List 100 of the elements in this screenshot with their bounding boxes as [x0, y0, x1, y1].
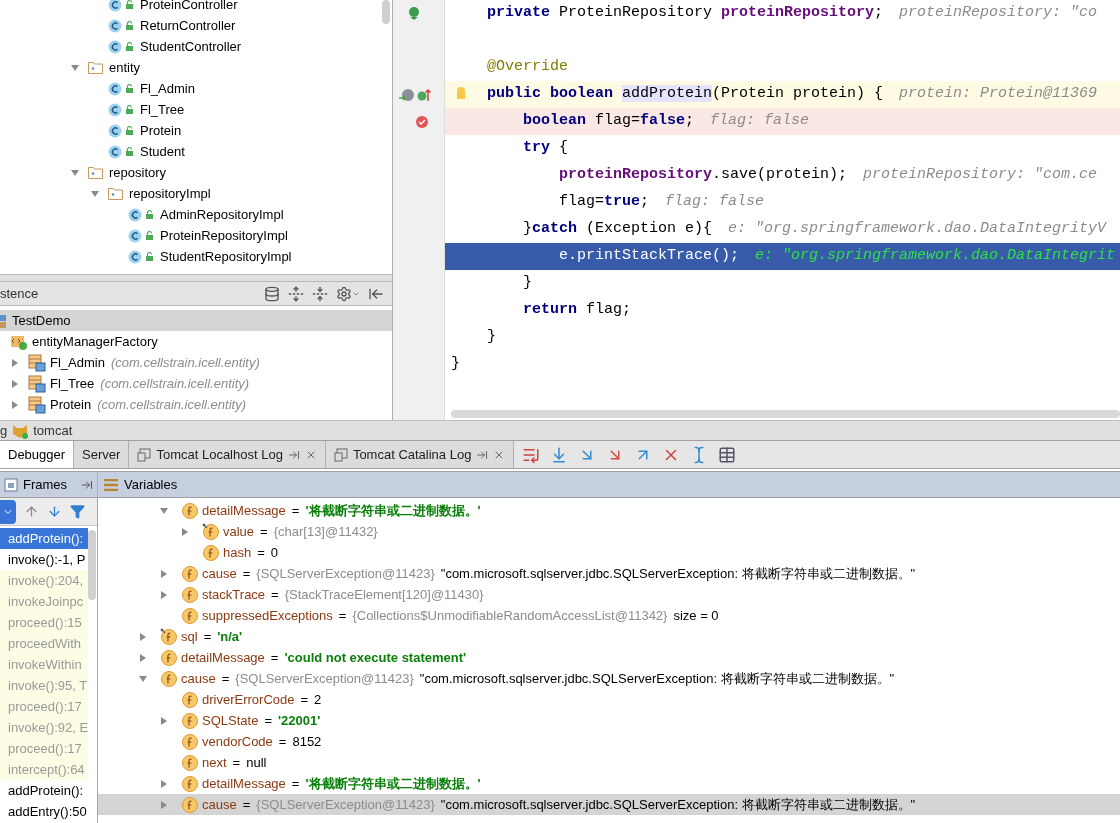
tree-item[interactable]: ProteinController	[140, 0, 238, 15]
collapsed-arrow-icon[interactable]	[138, 631, 148, 642]
tree-item[interactable]: entity	[109, 57, 141, 78]
run-config-name[interactable]: tomcat	[33, 420, 73, 441]
field-icon	[181, 586, 198, 603]
expanded-arrow-icon[interactable]	[138, 673, 148, 684]
collapsed-arrow-icon[interactable]	[10, 399, 20, 410]
expanded-arrow-icon[interactable]	[90, 188, 100, 199]
field-icon	[181, 712, 198, 729]
tree-item[interactable]: ProteinRepositoryImpl	[160, 225, 288, 246]
vertical-scrollbar[interactable]	[382, 0, 390, 24]
tab[interactable]: Tomcat Localhost Log	[129, 441, 326, 468]
persistence-row[interactable]: Protein (com.cellstrain.icell.entity)	[0, 394, 392, 415]
pin-icon[interactable]	[476, 448, 489, 461]
code-editor[interactable]	[393, 0, 1120, 420]
tree-item[interactable]: Fl_Tree	[140, 99, 185, 120]
variable-row[interactable]: detailMessage = '将截断字符串或二进制数据。'	[98, 500, 1120, 521]
expand-all-icon[interactable]	[288, 285, 304, 302]
pin-icon[interactable]	[287, 448, 300, 461]
equals-sign: =	[270, 648, 279, 667]
class-icon	[108, 123, 134, 138]
tree-item[interactable]: AdminRepositoryImpl	[160, 204, 284, 225]
stack-frame[interactable]: addProtein():	[0, 528, 89, 549]
inline-debug-value: flag: false	[710, 111, 810, 132]
tree-item[interactable]: Fl_Admin	[140, 78, 195, 99]
tree-item[interactable]: StudentRepositoryImpl	[160, 246, 292, 267]
tree-item[interactable]: Protein	[140, 120, 182, 141]
implemented-icon[interactable]	[417, 87, 431, 102]
variable-row[interactable]: suppressedExceptions = {Collections$UnmodifiableRandomAccessList@11342} size = 0	[98, 605, 1120, 626]
persistence-row[interactable]: TestDemo	[0, 310, 392, 331]
collapsed-arrow-icon[interactable]	[10, 378, 20, 389]
tree-item[interactable]: repositoryImpl	[129, 183, 211, 204]
collapsed-arrow-icon[interactable]	[159, 799, 169, 810]
expanded-arrow-icon[interactable]	[159, 505, 169, 516]
tree-item[interactable]: ReturnController	[140, 15, 236, 36]
code-line: e.printStackTrace();	[559, 246, 740, 267]
class-icon	[128, 207, 154, 222]
variable-value: 'n/a'	[217, 627, 243, 646]
equals-sign: =	[291, 501, 300, 520]
variable-row[interactable]: detailMessage = 'could not execute statement'	[98, 647, 1120, 668]
panel-title: Variables	[124, 475, 178, 494]
package-folder-icon	[88, 61, 103, 74]
inline-debug-value: e: "org.springframework.dao.DataIntegrityV	[728, 219, 1107, 240]
breakpoint-icon[interactable]	[415, 114, 429, 129]
equals-sign: =	[221, 669, 230, 688]
entity-name: TestDemo	[12, 311, 71, 330]
collapsed-arrow-icon[interactable]	[138, 652, 148, 663]
expanded-arrow-icon[interactable]	[70, 62, 80, 73]
variable-name: next	[202, 753, 227, 772]
collapsed-arrow-icon[interactable]	[180, 526, 190, 537]
previous-frame-icon[interactable]	[24, 504, 39, 519]
evaluate-icon[interactable]	[718, 445, 737, 464]
variable-row[interactable]: vendorCode = 8152	[98, 731, 1120, 752]
variable-row[interactable]: driverErrorCode = 2	[98, 689, 1120, 710]
class-icon	[108, 102, 134, 117]
collapsed-arrow-icon[interactable]	[159, 568, 169, 579]
vertical-scrollbar[interactable]	[88, 530, 97, 600]
code-line: try {	[523, 138, 569, 159]
equals-sign: =	[260, 522, 268, 541]
expanded-arrow-icon[interactable]	[70, 167, 80, 178]
variable-row[interactable]: stackTrace = {StackTraceElement[120]@11430}	[98, 584, 1120, 605]
equals-sign: =	[264, 711, 272, 730]
tab[interactable]: Tomcat Catalina Log	[325, 441, 515, 468]
next-frame-icon[interactable]	[47, 504, 62, 519]
variable-row[interactable]: sql = 'n/a'	[98, 626, 1120, 647]
filter-icon[interactable]	[70, 504, 85, 519]
variable-row[interactable]: cause = {SQLServerException@11423} "com.microsoft.sqlserver.jdbc.SQLServerException: 将截断字符串或二进制数据。"	[98, 794, 1120, 815]
override-icon[interactable]	[399, 87, 415, 102]
variable-value: '22001'	[277, 711, 321, 730]
class-icon	[108, 144, 134, 159]
pin-icon[interactable]	[81, 478, 93, 491]
persistence-row[interactable]: Fl_Tree (com.cellstrain.icell.entity)	[0, 373, 392, 394]
collapsed-arrow-icon[interactable]	[159, 715, 169, 726]
settings-icon[interactable]	[336, 285, 360, 302]
variable-row[interactable]: next = null	[98, 752, 1120, 773]
variable-row[interactable]: detailMessage = '将截断字符串或二进制数据。'	[98, 773, 1120, 794]
persistence-row[interactable]: entityManagerFactory	[0, 331, 392, 352]
variable-row[interactable]: hash = 0	[98, 542, 1120, 563]
collapsed-arrow-icon[interactable]	[159, 778, 169, 789]
collapsed-arrow-icon[interactable]	[159, 589, 169, 600]
variable-row[interactable]: cause = {SQLServerException@11423} "com.microsoft.sqlserver.jdbc.SQLServerException: 将截断字符串或二进制数据。"	[98, 668, 1120, 689]
final-field-icon	[202, 523, 219, 540]
thread-dropdown[interactable]	[0, 499, 16, 524]
horizontal-scrollbar[interactable]	[451, 410, 1120, 418]
tree-item[interactable]: repository	[109, 162, 167, 183]
variable-row[interactable]: SQLState = '22001'	[98, 710, 1120, 731]
bean-icon[interactable]	[407, 6, 421, 21]
tab[interactable]: Debugger	[0, 441, 75, 468]
variable-name: hash	[223, 543, 252, 562]
variable-row[interactable]: value = {char[13]@11432}	[98, 521, 1120, 542]
collapsed-arrow-icon[interactable]	[10, 357, 20, 368]
equals-sign: =	[271, 585, 279, 604]
collapse-all-icon[interactable]	[312, 285, 328, 302]
field-icon	[181, 733, 198, 750]
variable-row[interactable]: cause = {SQLServerException@11423} "com.microsoft.sqlserver.jdbc.SQLServerException: 将截断字符串或二进制数据。"	[98, 563, 1120, 584]
console-icon[interactable]	[264, 285, 280, 302]
persistence-row[interactable]: Fl_Admin (com.cellstrain.icell.entity)	[0, 352, 392, 373]
tree-item[interactable]: StudentController	[140, 36, 242, 57]
tab[interactable]: Server	[74, 441, 130, 468]
tree-item[interactable]: Student	[140, 141, 185, 162]
